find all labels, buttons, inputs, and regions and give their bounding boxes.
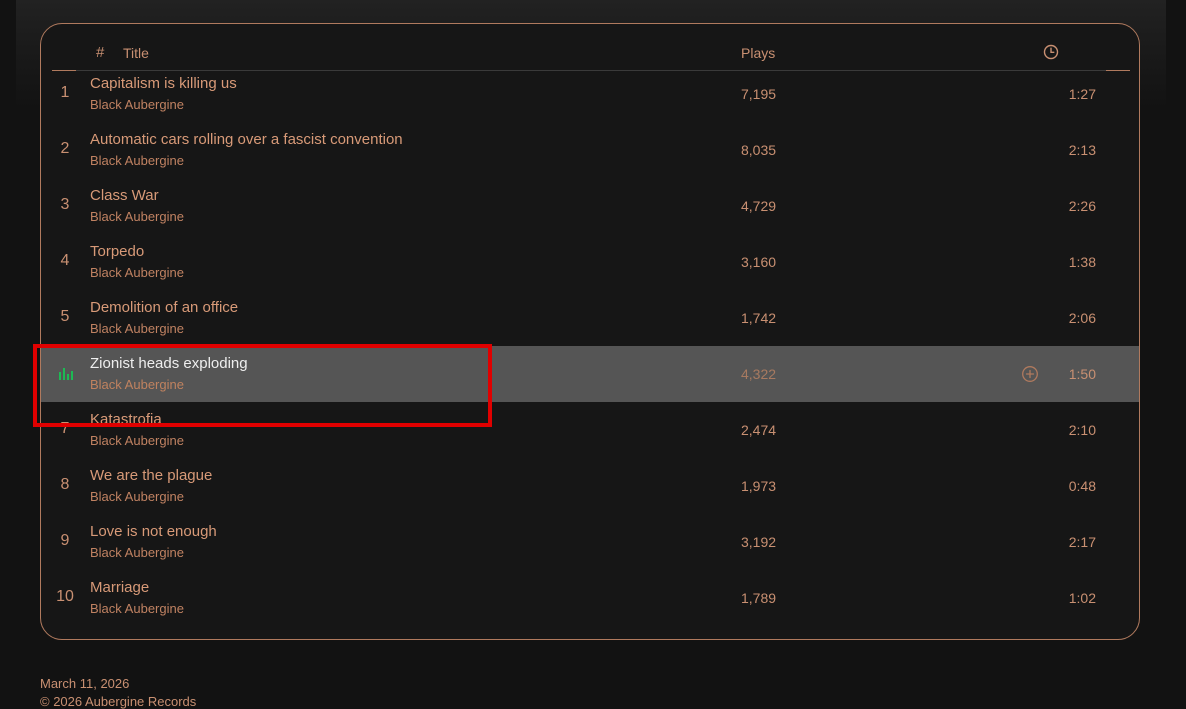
track-row[interactable]: 7 Katastrofia Black Aubergine 2,474 2:10 [41, 402, 1139, 458]
track-plays: 3,160 [741, 254, 777, 270]
header-title: Title [123, 45, 149, 61]
track-duration: 2:17 [1068, 534, 1096, 550]
track-plays: 4,322 [741, 366, 777, 382]
track-duration: 1:50 [1068, 366, 1096, 382]
clock-icon [1043, 44, 1059, 60]
track-number: 2 [60, 140, 70, 157]
track-artist[interactable]: Black Aubergine [90, 97, 184, 112]
track-plays: 3,192 [741, 534, 777, 550]
header-plays: Plays [741, 45, 776, 61]
track-row[interactable]: 1 Capitalism is killing us Black Aubergine… [41, 66, 1139, 122]
track-duration: 1:02 [1068, 590, 1096, 606]
track-row[interactable]: 8 We are the plague Black Aubergine 1,973 0:… [41, 458, 1139, 514]
add-to-playlist-icon[interactable] [1021, 365, 1039, 383]
track-number: 8 [60, 476, 70, 493]
track-duration: 2:13 [1068, 142, 1096, 158]
track-artist[interactable]: Black Aubergine [90, 153, 184, 168]
track-plays: 1,973 [741, 478, 777, 494]
track-title[interactable]: Marriage [90, 579, 149, 596]
track-row[interactable]: 2 Automatic cars rolling over a fascist c… [41, 122, 1139, 178]
track-title[interactable]: We are the plague [90, 467, 212, 484]
track-number: 10 [56, 588, 74, 605]
track-row[interactable]: 3 Class War Black Aubergine 4,729 2:26 [41, 178, 1139, 234]
track-plays: 1,742 [741, 310, 777, 326]
tracklist-header: # Title Plays [41, 24, 1139, 72]
track-artist[interactable]: Black Aubergine [90, 601, 184, 616]
track-title[interactable]: Class War [90, 187, 159, 204]
footer-date: March 11, 2026 [40, 676, 130, 691]
track-number: 5 [60, 308, 70, 325]
track-artist[interactable]: Black Aubergine [90, 377, 184, 392]
track-row[interactable]: 9 Love is not enough Black Aubergine 3,192 2… [41, 514, 1139, 570]
track-plays: 2,474 [741, 422, 777, 438]
track-number: 4 [60, 252, 70, 269]
track-title[interactable]: Katastrofia [90, 411, 162, 428]
track-artist[interactable]: Black Aubergine [90, 265, 184, 280]
track-artist[interactable]: Black Aubergine [90, 433, 184, 448]
track-number: 3 [60, 196, 70, 213]
track-plays: 4,729 [741, 198, 777, 214]
track-title[interactable]: Capitalism is killing us [90, 75, 237, 92]
track-row[interactable]: 5 Demolition of an office Black Aubergine 1… [41, 290, 1139, 346]
footer-copyright: © 2026 Aubergine Records [40, 694, 197, 709]
track-plays: 7,195 [741, 86, 777, 102]
track-duration: 1:38 [1068, 254, 1096, 270]
track-artist[interactable]: Black Aubergine [90, 321, 184, 336]
track-duration: 2:10 [1068, 422, 1096, 438]
track-title[interactable]: Demolition of an office [90, 299, 238, 316]
header-number: # [96, 44, 105, 61]
track-duration: 2:26 [1068, 198, 1096, 214]
track-duration: 1:27 [1068, 86, 1096, 102]
track-title[interactable]: Torpedo [90, 243, 144, 260]
track-duration: 2:06 [1068, 310, 1096, 326]
track-number: 9 [60, 532, 70, 549]
track-duration: 0:48 [1068, 478, 1096, 494]
track-plays: 1,789 [741, 590, 777, 606]
track-title[interactable]: Zionist heads exploding [90, 355, 248, 372]
track-artist[interactable]: Black Aubergine [90, 489, 184, 504]
track-title[interactable]: Automatic cars rolling over a fascist co… [90, 131, 403, 148]
track-title[interactable]: Love is not enough [90, 523, 217, 540]
track-artist[interactable]: Black Aubergine [90, 209, 184, 224]
track-artist[interactable]: Black Aubergine [90, 545, 184, 560]
track-plays: 8,035 [741, 142, 777, 158]
track-number: 7 [60, 420, 70, 437]
track-row-playing[interactable]: 6Zionist heads explodingBlack Aubergine4… [41, 346, 1139, 402]
track-number: 1 [60, 84, 70, 101]
track-row[interactable]: 10 Marriage Black Aubergine 1,789 1:02 [41, 570, 1139, 626]
tracklist-panel: # Title Plays 1 Capitalism is killing us B… [40, 23, 1140, 640]
track-row[interactable]: 4 Torpedo Black Aubergine 3,160 1:38 [41, 234, 1139, 290]
equalizer-icon [59, 368, 73, 380]
